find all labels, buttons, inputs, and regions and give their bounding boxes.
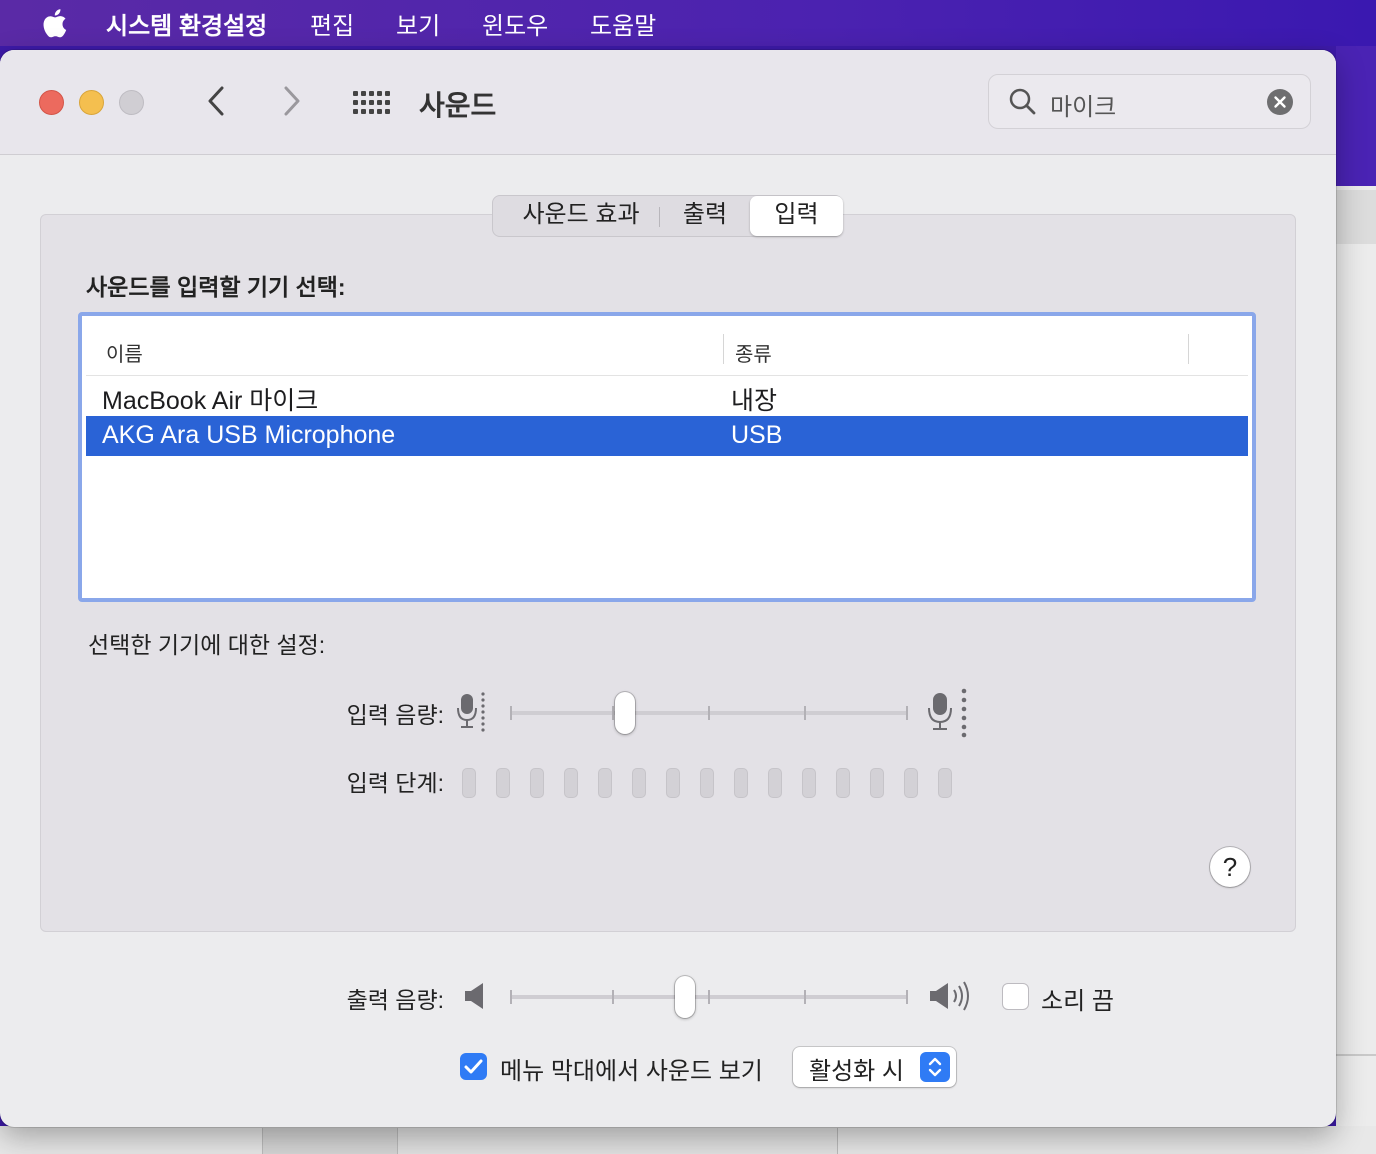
device-name: MacBook Air 마이크: [102, 387, 319, 415]
zoom-window-button[interactable]: [119, 90, 144, 115]
table-row-selected[interactable]: AKG Ara USB Microphone USB: [86, 416, 1248, 456]
table-header: 이름 종류: [86, 320, 1248, 376]
show-in-menu-bar-label[interactable]: 메뉴 막대에서 사운드 보기: [500, 1051, 763, 1086]
level-meter-segment: [700, 768, 714, 798]
checkmark-icon: [464, 1059, 483, 1074]
device-settings-label: 선택한 기기에 대한 설정:: [88, 632, 326, 658]
level-meter-segment: [598, 768, 612, 798]
device-name: AKG Ara USB Microphone: [102, 421, 396, 449]
device-type: 내장: [731, 387, 778, 415]
input-device-list: 이름 종류 MacBook Air 마이크 내장 AKG Ara USB Mic…: [86, 320, 1248, 594]
level-meter-segment: [734, 768, 748, 798]
slider-tick: [906, 706, 908, 720]
microphone-high-icon: [928, 688, 967, 738]
tab-input[interactable]: 입력: [750, 196, 843, 236]
search-value[interactable]: 마이크: [1050, 87, 1116, 122]
menu-window[interactable]: 윈도우: [482, 6, 548, 41]
column-divider: [723, 334, 724, 364]
sound-preferences-window: 사운드 마이크 사운드 효과 출력 입력 사운드를 입력할 기기 선택: 이름: [0, 50, 1336, 1127]
tab-divider: [659, 207, 660, 227]
column-header-type[interactable]: 종류: [735, 338, 772, 367]
mute-checkbox[interactable]: [1002, 983, 1029, 1010]
show-all-grid-icon[interactable]: [352, 90, 390, 116]
close-window-button[interactable]: [39, 90, 64, 115]
table-row[interactable]: MacBook Air 마이크 내장: [86, 376, 1248, 416]
menu-help[interactable]: 도움말: [590, 6, 656, 41]
level-meter-segment: [802, 768, 816, 798]
slider-tick: [612, 990, 614, 1004]
menu-app-name[interactable]: 시스템 환경설정: [106, 6, 267, 41]
output-volume-slider[interactable]: [510, 974, 908, 1020]
slider-tick: [708, 990, 710, 1004]
window-title: 사운드: [419, 90, 497, 121]
output-volume-label: 출력 음량:: [346, 987, 444, 1013]
slider-tick: [612, 706, 614, 720]
menu-bar: 시스템 환경설정 편집 보기 윈도우 도움말: [0, 0, 1376, 46]
background-window-panel: [262, 1128, 398, 1154]
device-select-label: 사운드를 입력할 기기 선택:: [86, 274, 346, 300]
level-meter-segment: [870, 768, 884, 798]
slider-tick: [708, 706, 710, 720]
speaker-high-icon: [930, 981, 969, 1011]
slider-tick: [510, 706, 512, 720]
back-chevron-icon[interactable]: [204, 84, 228, 118]
input-device-table[interactable]: 이름 종류 MacBook Air 마이크 내장 AKG Ara USB Mic…: [78, 312, 1256, 602]
minimize-window-button[interactable]: [79, 90, 104, 115]
help-button[interactable]: ?: [1210, 847, 1250, 887]
level-meter-segment: [768, 768, 782, 798]
menu-edit[interactable]: 편집: [310, 6, 354, 41]
level-meter-segment: [632, 768, 646, 798]
speaker-low-icon: [465, 983, 483, 1009]
input-volume-label: 입력 음량:: [346, 702, 444, 728]
input-volume-slider[interactable]: [510, 690, 908, 736]
level-meter-segment: [666, 768, 680, 798]
window-toolbar: 사운드 마이크: [0, 50, 1336, 155]
background-window-panel: [398, 1128, 838, 1154]
column-divider: [1188, 334, 1189, 364]
popup-value: 활성화 시: [809, 1058, 904, 1085]
level-meter-segment: [564, 768, 578, 798]
menu-view[interactable]: 보기: [396, 6, 440, 41]
tab-output[interactable]: 출력: [669, 196, 741, 236]
level-meter-segment: [496, 768, 510, 798]
level-meter-segment: [836, 768, 850, 798]
up-down-chevron-icon: [920, 1052, 950, 1082]
slider-tick: [804, 706, 806, 720]
search-field[interactable]: 마이크: [988, 74, 1311, 129]
tab-bar: 사운드 효과 출력 입력: [492, 195, 843, 237]
level-meter-segment: [530, 768, 544, 798]
tab-sound-effects[interactable]: 사운드 효과: [505, 196, 657, 236]
background-window-divider: [1336, 1054, 1376, 1056]
forward-chevron-icon[interactable]: [280, 84, 304, 118]
search-icon: [1009, 88, 1036, 115]
level-meter-segment: [462, 768, 476, 798]
show-in-menu-bar-checkbox[interactable]: [460, 1053, 487, 1080]
level-meter-segment: [904, 768, 918, 798]
level-meter-segment: [938, 768, 952, 798]
slider-tick: [906, 990, 908, 1004]
menu-bar-visibility-popup[interactable]: 활성화 시: [793, 1047, 956, 1087]
mute-label[interactable]: 소리 끔: [1041, 981, 1114, 1016]
microphone-low-icon: [457, 692, 485, 732]
slider-tick: [510, 990, 512, 1004]
apple-menu-icon[interactable]: [38, 6, 68, 40]
slider-knob[interactable]: [615, 692, 636, 734]
slider-tick: [804, 990, 806, 1004]
background-window-fragment: [1336, 190, 1376, 244]
device-type: USB: [731, 421, 783, 449]
column-header-name[interactable]: 이름: [106, 338, 143, 367]
clear-search-icon[interactable]: [1267, 89, 1293, 115]
input-level-label: 입력 단계:: [346, 770, 444, 796]
slider-knob[interactable]: [675, 976, 696, 1018]
